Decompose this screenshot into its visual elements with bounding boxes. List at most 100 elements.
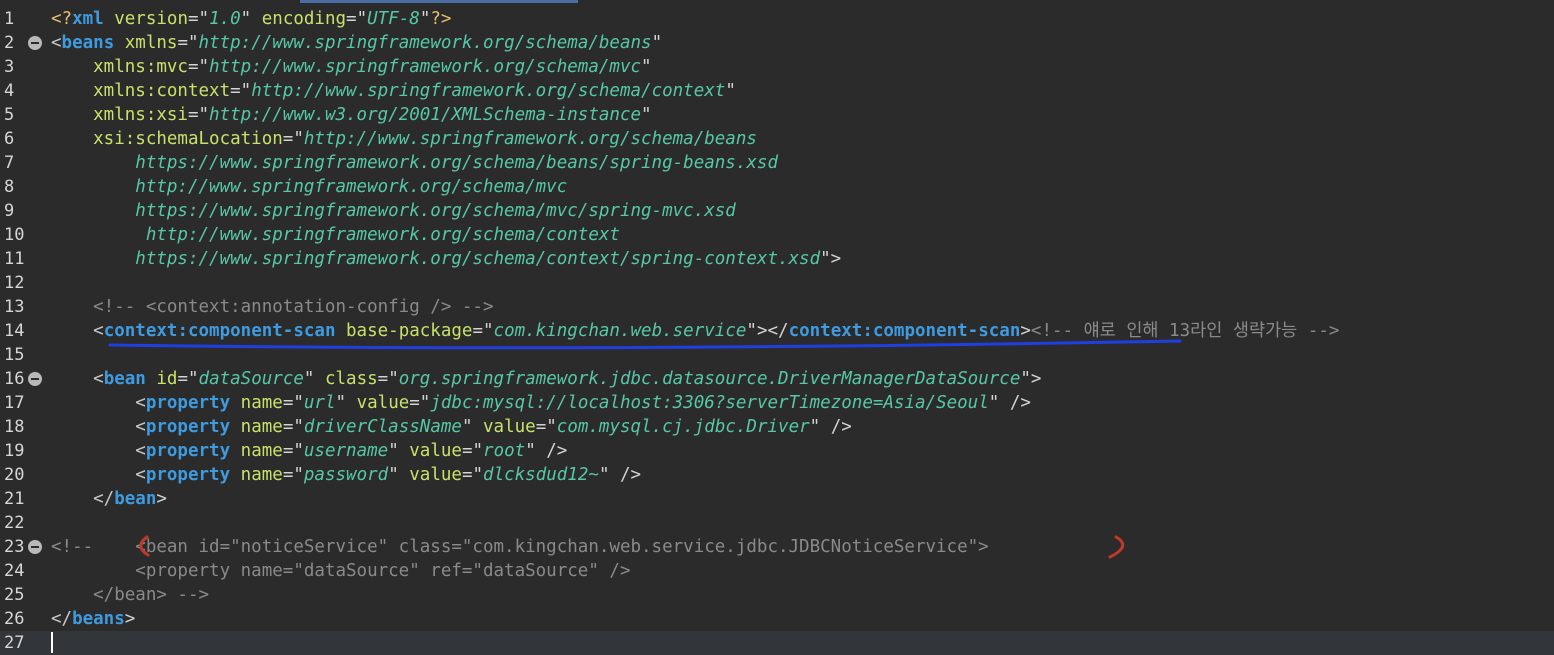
code-line[interactable]: 7 https://www.springframework.org/schema… [0, 151, 1554, 175]
code-line[interactable]: 20 <property name="password" value="dlck… [0, 463, 1554, 487]
code-token: " [388, 441, 399, 461]
code-token: > [1020, 321, 1031, 341]
line-number: 3 [4, 57, 15, 77]
code-token: " [419, 9, 431, 29]
code-line[interactable]: 15 [0, 343, 1554, 367]
code-token: =" [377, 369, 399, 389]
code-token: < [51, 33, 62, 53]
line-code: <!-- <bean id="noticeService" class="com… [51, 535, 989, 559]
fold-collapse-icon[interactable] [28, 372, 42, 386]
code-token: </ [51, 489, 115, 509]
code-token: =" [282, 129, 304, 149]
code-token: =" [409, 393, 431, 413]
code-line[interactable]: 25 </bean> --> [0, 583, 1554, 607]
code-line[interactable]: 12 [0, 271, 1554, 295]
code-line[interactable]: 27 [0, 631, 1554, 655]
code-line[interactable]: 26 </beans> [0, 607, 1554, 631]
code-line[interactable]: 5 xmlns:xsi="http://www.w3.org/2001/XMLS… [0, 103, 1554, 127]
code-line[interactable]: 18 <property name="driverClassName" valu… [0, 415, 1554, 439]
line-code: <property name="username" value="root" /… [51, 439, 567, 463]
code-line[interactable]: 4 xmlns:context="http://www.springframew… [0, 79, 1554, 103]
line-code: xsi:schemaLocation="http://www.springfra… [51, 127, 757, 151]
line-number: 2 [4, 33, 15, 53]
code-line[interactable]: 16 <bean id="dataSource" class="org.spri… [0, 367, 1554, 391]
code-line[interactable]: 6 xsi:schemaLocation="http://www.springf… [0, 127, 1554, 151]
line-code: http://www.springframework.org/schema/mv… [51, 175, 567, 199]
code-line[interactable]: 21 </bean> [0, 487, 1554, 511]
code-token: " /> [988, 393, 1031, 413]
code-token: "> [820, 249, 842, 269]
code-token: dataSource [198, 369, 304, 389]
line-gutter: 21 [0, 487, 48, 511]
code-token: =" [461, 441, 484, 461]
line-gutter: 10 [0, 223, 48, 247]
code-token: name [230, 417, 283, 437]
line-number: 20 [4, 465, 25, 485]
code-token: http://www.springframework.org/schema/be… [198, 33, 652, 53]
code-line[interactable]: 22 [0, 511, 1554, 535]
line-code: <?xml version="1.0" encoding="UTF-8"?> [51, 7, 451, 31]
line-number: 16 [4, 369, 25, 389]
code-token: http://www.springframework.org/schema/mv… [51, 177, 568, 197]
code-line[interactable]: 9 https://www.springframework.org/schema… [0, 199, 1554, 223]
xml-code-editor[interactable]: 1 <?xml version="1.0" encoding="UTF-8"?> 2… [0, 7, 1554, 655]
line-number: 12 [4, 273, 25, 293]
code-token: value [472, 417, 536, 437]
line-gutter: 5 [0, 103, 48, 127]
line-gutter: 11 [0, 247, 48, 271]
line-number: 10 [4, 225, 25, 245]
code-token: < [51, 321, 104, 341]
line-code: <property name="password" value="dlcksdu… [51, 463, 641, 487]
code-token: " [461, 417, 473, 437]
code-token: " /> [525, 441, 568, 461]
code-token: http://www.w3.org/2001/XMLSchema-instanc… [209, 105, 642, 125]
code-token: value [346, 393, 410, 413]
line-code: <beans xmlns="http://www.springframework… [51, 31, 662, 55]
code-token: =" [282, 393, 304, 413]
code-token: context:component-scan [788, 321, 1021, 341]
code-line[interactable]: 8 http://www.springframework.org/schema/… [0, 175, 1554, 199]
code-line[interactable]: 1 <?xml version="1.0" encoding="UTF-8"?> [0, 7, 1554, 31]
code-token: bean [114, 489, 157, 509]
fold-collapse-icon[interactable] [28, 540, 42, 554]
line-number: 9 [4, 201, 15, 221]
code-line[interactable]: 11 https://www.springframework.org/schem… [0, 247, 1554, 271]
code-token: " [240, 9, 252, 29]
line-number: 23 [4, 537, 25, 557]
code-line[interactable]: 24 <property name="dataSource" ref="data… [0, 559, 1554, 583]
code-token: " [641, 105, 652, 125]
code-token: xmlns:xsi [51, 105, 188, 125]
code-token: " [651, 33, 663, 53]
line-gutter: 9 [0, 199, 48, 223]
code-line[interactable]: 17 <property name="url" value="jdbc:mysq… [0, 391, 1554, 415]
line-number: 27 [4, 633, 25, 653]
line-number: 5 [4, 105, 15, 125]
code-token: id [145, 369, 178, 389]
code-line[interactable]: 23 <!-- <bean id="noticeService" class="c… [0, 535, 1554, 559]
code-token: name [230, 393, 283, 413]
code-token: "> [1020, 369, 1042, 389]
fold-collapse-icon[interactable] [28, 36, 42, 50]
code-token: http://www.springframework.org/schema/co… [51, 225, 620, 245]
code-token: username [303, 441, 389, 461]
code-token: beans [72, 609, 125, 629]
code-token: context:component-scan [103, 321, 336, 341]
code-line[interactable]: 3 xmlns:mvc="http://www.springframework.… [0, 55, 1554, 79]
line-gutter: 26 [0, 607, 48, 631]
code-token: =" [346, 9, 368, 29]
code-token: http://www.springframework.org/schema/be… [303, 129, 757, 149]
code-line[interactable]: 2 <beans xmlns="http://www.springframewor… [0, 31, 1554, 55]
code-token: > [124, 609, 136, 629]
active-tab-indicator [300, 0, 578, 3]
code-line[interactable]: 19 <property name="username" value="root… [0, 439, 1554, 463]
line-code: </bean> [51, 487, 167, 511]
code-token: xmlns:context [51, 81, 231, 101]
code-token: < [51, 393, 146, 413]
code-line[interactable]: 13 <!-- <context:annotation-config /> --… [0, 295, 1554, 319]
code-token: driverClassName [303, 417, 462, 437]
code-token: =" [177, 33, 199, 53]
code-line[interactable]: 14 <context:component-scan base-package=… [0, 319, 1554, 343]
code-token: name [230, 441, 283, 461]
code-line[interactable]: 10 http://www.springframework.org/schema… [0, 223, 1554, 247]
code-token: "></ [746, 321, 789, 341]
